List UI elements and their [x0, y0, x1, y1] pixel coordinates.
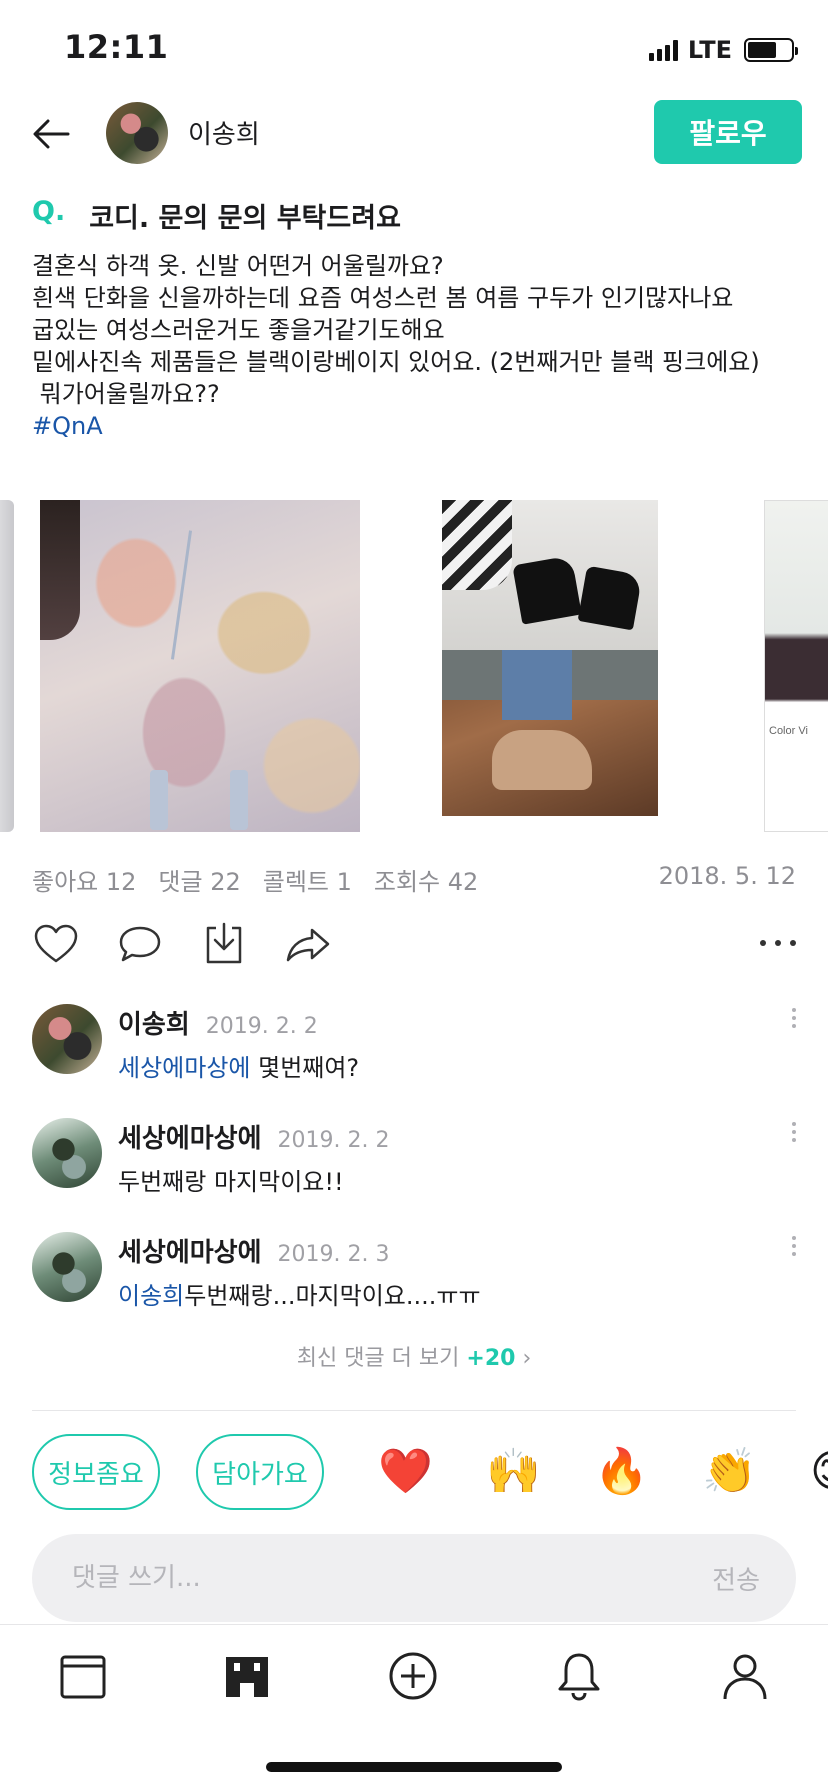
smile-emoji-icon[interactable]: 😊	[810, 1446, 828, 1498]
carousel-image-shoes[interactable]	[442, 500, 658, 816]
network-label: LTE	[687, 36, 732, 64]
tab-bar	[0, 1624, 828, 1792]
heart-emoji-icon[interactable]: ❤️	[378, 1446, 433, 1498]
send-button[interactable]: 전송	[712, 1560, 760, 1597]
bell-icon[interactable]	[552, 1649, 606, 1703]
more-icon[interactable]	[760, 940, 796, 946]
comment-date: 2019. 2. 2	[205, 1014, 318, 1039]
comment-item: 이송희 2019. 2. 2 세상에마상에 몇번째여?	[32, 1004, 796, 1104]
post-title-text: 코디. 문의 문의 부탁드려요	[89, 203, 401, 234]
comment-text: 두번째랑 마지막이요!!	[118, 1162, 344, 1197]
fire-emoji-icon[interactable]: 🔥	[594, 1446, 649, 1498]
reaction-bar: 정보좀요 담아가요 ❤️ 🙌 🔥 👏 😊	[32, 1434, 828, 1510]
add-icon[interactable]	[386, 1649, 440, 1703]
post-body-line: 뭐가어울릴까요??	[32, 380, 220, 408]
more-comments-label: 최신 댓글 더 보기	[296, 1346, 460, 1371]
comment-avatar[interactable]	[32, 1004, 102, 1074]
post-body-line: 결혼식 하객 옷. 신발 어떤거 어울릴까요?	[32, 252, 444, 280]
feed-icon[interactable]	[56, 1649, 110, 1703]
clap-emoji-icon[interactable]: 👏	[702, 1446, 757, 1498]
divider	[32, 1410, 796, 1411]
store-icon[interactable]	[220, 1649, 274, 1703]
comment-menu-icon[interactable]	[792, 1008, 796, 1028]
comment-body: 두번째랑...마지막이요....ㅠㅠ	[184, 1282, 481, 1310]
likes-count[interactable]: 좋아요 12	[32, 862, 136, 897]
post-header: 이송희 팔로우	[0, 96, 828, 172]
author-name[interactable]: 이송희	[188, 114, 260, 151]
post-body-line: 밑에사진속 제품들은 블랙이랑베이지 있어요. (2번째거만 블랙 핑크에요)	[32, 348, 760, 376]
signal-icon	[648, 39, 678, 61]
views-count: 조회수 42	[373, 868, 479, 896]
image-carousel[interactable]: Color Vi	[0, 500, 828, 832]
comments-count[interactable]: 댓글 22	[158, 862, 240, 897]
action-bar	[32, 920, 796, 976]
image-caption: Color Vi	[769, 725, 808, 737]
comment-mention[interactable]: 이송희	[118, 1282, 184, 1310]
carousel-image-previous[interactable]	[0, 500, 14, 832]
comment-body: 두번째랑 마지막이요!!	[118, 1168, 344, 1196]
comment-author[interactable]: 세상에마상에	[118, 1232, 262, 1269]
post-body-line: 굽있는 여성스러운거도 좋을거같기도해요	[32, 316, 445, 344]
share-icon[interactable]	[284, 920, 332, 968]
comment-author[interactable]: 이송희	[118, 1004, 190, 1041]
post-body: 결혼식 하객 옷. 신발 어떤거 어울릴까요? 흰색 단화을 신을까하는데 요즘…	[32, 250, 802, 442]
post-date: 2018. 5. 12	[658, 862, 796, 890]
author-avatar[interactable]	[106, 102, 168, 164]
profile-icon[interactable]	[718, 1649, 772, 1703]
raised-hands-emoji-icon[interactable]: 🙌	[486, 1446, 541, 1498]
follow-button[interactable]: 팔로우	[654, 100, 802, 164]
hashtag-link[interactable]: #QnA	[32, 410, 802, 442]
comment-item: 세상에마상에 2019. 2. 2 두번째랑 마지막이요!!	[32, 1118, 796, 1218]
comment-body: 몇번째여?	[250, 1054, 360, 1082]
comment-menu-icon[interactable]	[792, 1236, 796, 1256]
carousel-image-next[interactable]: Color Vi	[764, 500, 828, 832]
status-time: 12:11	[64, 28, 169, 66]
reaction-pill-save[interactable]: 담아가요	[196, 1434, 324, 1510]
comment-text: 이송희두번째랑...마지막이요....ㅠㅠ	[118, 1276, 481, 1311]
comment-date: 2019. 2. 2	[277, 1128, 390, 1153]
carousel-image-blouse[interactable]	[40, 500, 360, 832]
comment-input-bar: 전송	[32, 1534, 796, 1622]
heart-icon[interactable]	[32, 920, 80, 968]
comment-date: 2019. 2. 3	[277, 1242, 390, 1267]
post-stats: 좋아요 12 댓글 22 콜렉트 1 조회수 42 2018. 5. 12	[32, 862, 796, 897]
comment-icon[interactable]	[116, 920, 164, 968]
reaction-pill-info[interactable]: 정보좀요	[32, 1434, 160, 1510]
comment-avatar[interactable]	[32, 1232, 102, 1302]
comment-input[interactable]	[72, 1534, 632, 1622]
question-mark-label: Q.	[32, 196, 66, 227]
download-icon[interactable]	[200, 920, 248, 968]
status-bar: 12:11 LTE	[0, 0, 828, 100]
more-comments-count: +20	[466, 1346, 516, 1371]
comment-avatar[interactable]	[32, 1118, 102, 1188]
post-title: Q. 코디. 문의 문의 부탁드려요	[32, 196, 401, 235]
post-body-line: 흰색 단화을 신을까하는데 요즘 여성스런 봄 여름 구두가 인기많자나요	[32, 284, 734, 312]
collects-count[interactable]: 콜렉트 1	[263, 862, 352, 897]
comment-item: 세상에마상에 2019. 2. 3 이송희두번째랑...마지막이요....ㅠㅠ	[32, 1232, 796, 1332]
more-comments-link[interactable]: 최신 댓글 더 보기 +20 ›	[0, 1340, 828, 1372]
comment-author[interactable]: 세상에마상에	[118, 1118, 262, 1155]
battery-icon	[744, 38, 798, 62]
comment-mention[interactable]: 세상에마상에	[118, 1054, 250, 1082]
back-arrow-icon[interactable]	[28, 110, 76, 158]
home-indicator	[266, 1762, 562, 1772]
status-indicators: LTE	[648, 36, 798, 64]
chevron-right-icon: ›	[522, 1346, 532, 1371]
comment-menu-icon[interactable]	[792, 1122, 796, 1142]
comment-text: 세상에마상에 몇번째여?	[118, 1048, 359, 1083]
